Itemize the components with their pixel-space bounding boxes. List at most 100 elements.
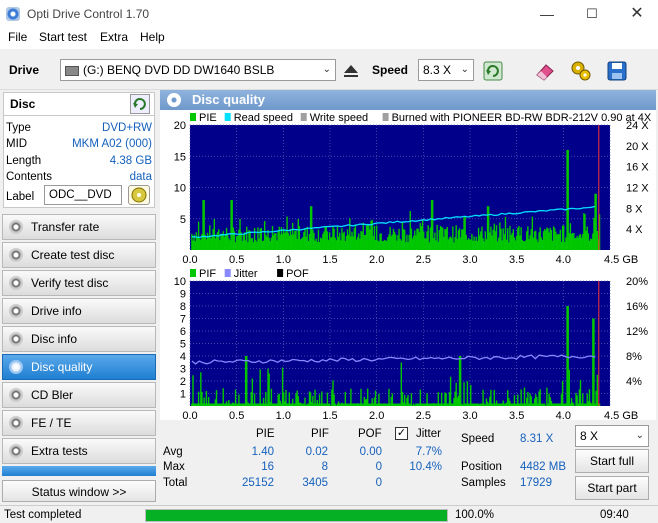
disc-refresh-button[interactable] <box>130 94 150 114</box>
stat-header-pof: POF <box>358 428 382 440</box>
menu-extra[interactable]: Extra <box>100 30 128 44</box>
y-tick-label: 9 <box>180 289 186 301</box>
refresh-button[interactable] <box>480 58 506 84</box>
drive-label: Drive <box>9 63 40 77</box>
speed-select[interactable]: 8.3 X ⌄ <box>418 59 474 81</box>
drive-select[interactable]: (G:) BENQ DVD DD DW1640 BSLB ⌄ <box>60 59 336 81</box>
legend-swatch <box>224 113 231 121</box>
status-window-button[interactable]: Status window >> <box>2 480 156 502</box>
menu-start-test[interactable]: Start test <box>39 30 87 44</box>
test-speed-value: 8 X <box>580 429 599 443</box>
y-tick-label: 20 <box>174 120 186 132</box>
stat-header-pie: PIE <box>256 428 275 440</box>
nav-disc-quality[interactable]: Disc quality <box>2 354 156 380</box>
disc-icon <box>9 388 23 402</box>
status-time: 09:40 <box>600 509 629 521</box>
legend-swatch <box>224 269 231 277</box>
stat-avg-pif: 0.02 <box>305 446 328 458</box>
chevron-down-icon: ⌄ <box>635 430 644 441</box>
legend-label: PIF <box>199 268 216 280</box>
speed-stat-label: Speed <box>461 433 495 445</box>
nav-fe-te[interactable]: FE / TE <box>2 410 156 436</box>
disc-label-input[interactable]: ODC__DVD <box>44 185 122 205</box>
x-tick-label: 3.0 <box>462 410 477 420</box>
chevron-down-icon: ⌄ <box>322 64 331 75</box>
y-right-tick-label: 8% <box>626 351 642 363</box>
nav-cd-bler[interactable]: CD Bler <box>2 382 156 408</box>
disc-contents-value: data <box>129 171 152 183</box>
x-tick-label: 1.5 <box>322 410 337 420</box>
disc-type-key: Type <box>6 122 31 134</box>
legend-label: POF <box>286 268 309 280</box>
nav-transfer-rate[interactable]: Transfer rate <box>2 214 156 240</box>
nav-label: CD Bler <box>31 388 74 402</box>
stat-total-pof: 0 <box>375 477 382 489</box>
disc-icon <box>9 220 23 234</box>
stat-max-pie: 16 <box>261 461 274 473</box>
eraser-icon <box>536 64 554 81</box>
x-tick-label: 2.5 <box>416 254 431 266</box>
disc-quality-icon <box>167 93 181 107</box>
stat-avg-label: Avg <box>163 446 183 458</box>
y-tick-label: 2 <box>180 376 186 388</box>
start-full-button[interactable]: Start full <box>575 449 649 473</box>
y-tick-label: 8 <box>180 301 186 313</box>
disc-icon <box>131 187 147 203</box>
progress-percent: 100.0% <box>455 509 495 521</box>
x-tick-label: 2.0 <box>369 410 384 420</box>
nav-extra-tests[interactable]: Extra tests <box>2 438 156 464</box>
nav-label: Drive info <box>31 304 82 318</box>
disc-mid-value: MKM A02 (000) <box>72 138 152 150</box>
charts-area: 201510524 X20 X16 X12 X8 X4 X0.0 0.5 1.0 1.… <box>160 110 656 420</box>
y-right-tick-label: 12 X <box>626 183 649 195</box>
settings-button[interactable] <box>568 58 594 84</box>
menu-help[interactable]: Help <box>140 30 165 44</box>
y-tick-label: 10 <box>174 183 186 195</box>
nav-verify-test-disc[interactable]: Verify test disc <box>2 270 156 296</box>
eject-icon <box>344 65 358 77</box>
x-tick-label: 0.5 <box>229 410 244 420</box>
disc-title: Disc <box>10 97 36 111</box>
legend-label: Read speed <box>234 112 293 124</box>
x-tick-label: 0.0 <box>182 410 197 420</box>
start-part-button[interactable]: Start part <box>575 476 649 500</box>
nav-create-test-disc[interactable]: Create test disc <box>2 242 156 268</box>
label-apply-button[interactable] <box>128 185 150 205</box>
disc-icon <box>9 332 23 346</box>
x-tick-label: 2.0 <box>369 254 384 266</box>
nav-disc-info[interactable]: Disc info <box>2 326 156 352</box>
eject-button[interactable] <box>338 58 364 84</box>
jitter-checkbox[interactable]: ✓ <box>395 427 408 440</box>
y-tick-label: 1 <box>180 389 186 401</box>
nav-scroll-strip <box>2 466 156 476</box>
y-right-tick-label: 16 X <box>626 162 649 174</box>
x-tick-label: 0.5 <box>229 254 244 266</box>
legend-swatch <box>190 269 196 277</box>
close-icon[interactable]: ✕ <box>627 4 647 24</box>
nav-label: Verify test disc <box>31 276 109 290</box>
speed-stat-value: 8.31 X <box>520 433 554 445</box>
chevron-down-icon: ⌄ <box>460 64 469 75</box>
x-tick-label: 4.5 GB <box>604 410 638 420</box>
samples-value: 17929 <box>520 477 552 489</box>
save-button[interactable] <box>604 58 630 84</box>
samples-label: Samples <box>461 477 506 489</box>
panel-title-text: Disc quality <box>192 92 265 107</box>
legend-swatch <box>190 113 196 121</box>
disc-mid-key: MID <box>6 138 28 150</box>
menu-file[interactable]: File <box>8 30 27 44</box>
erase-button[interactable] <box>532 58 558 84</box>
disc-icon <box>9 444 23 458</box>
x-tick-label: 0.0 <box>182 254 197 266</box>
test-speed-select[interactable]: 8 X ⌄ <box>575 425 649 447</box>
x-tick-label: 1.0 <box>276 254 291 266</box>
disc-type-value: DVD+RW <box>102 122 152 134</box>
minimize-icon[interactable]: — <box>537 4 557 24</box>
nav-label: Create test disc <box>31 248 115 262</box>
legend-label: Write speed <box>310 112 369 124</box>
maximize-icon[interactable]: ☐ <box>582 4 602 24</box>
y-right-tick-label: 8 X <box>626 203 643 215</box>
nav-drive-info[interactable]: Drive info <box>2 298 156 324</box>
progress-bar <box>145 509 448 522</box>
y-right-tick-label: 4 X <box>626 224 643 236</box>
